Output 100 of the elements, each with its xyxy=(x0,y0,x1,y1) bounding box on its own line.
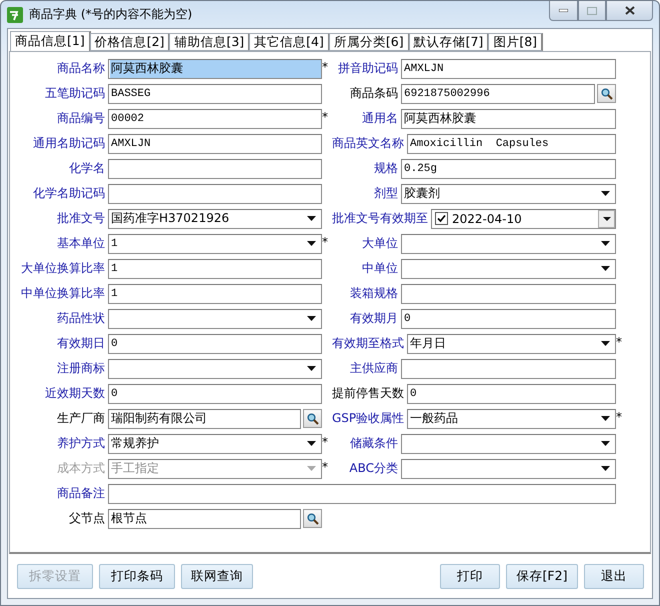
dropdown-field[interactable] xyxy=(401,234,616,254)
input-field[interactable]: 1 xyxy=(108,258,322,278)
dropdown-field[interactable] xyxy=(401,458,616,478)
field-label: 主供应商 xyxy=(349,360,399,377)
field-label: 储藏条件 xyxy=(349,435,399,452)
dropdown-arrow-icon[interactable] xyxy=(601,191,610,196)
maximize-button[interactable] xyxy=(578,1,606,21)
field-value: 0 xyxy=(403,312,412,324)
dropdown-arrow-icon[interactable] xyxy=(307,441,316,446)
input-field[interactable]: 阿莫西林胶囊 xyxy=(401,108,616,128)
minimize-icon xyxy=(559,9,568,12)
field-label: 养护方式 xyxy=(56,435,106,452)
dropdown-arrow-icon[interactable] xyxy=(601,241,610,246)
dropdown-arrow-icon[interactable] xyxy=(601,266,610,271)
dropdown-arrow-icon[interactable] xyxy=(307,216,316,221)
input-field[interactable]: 瑞阳制药有限公司 xyxy=(108,408,301,428)
dropdown-arrow-icon[interactable] xyxy=(307,366,316,371)
input-field[interactable] xyxy=(108,484,616,504)
dropdown-field[interactable]: 胶囊剂 xyxy=(401,184,616,204)
calendar-dropdown-button[interactable] xyxy=(598,210,615,228)
field-value: 常规养护 xyxy=(110,435,160,452)
tab[interactable]: 辅助信息[3] xyxy=(169,33,250,51)
dialog-button[interactable]: 退出 xyxy=(584,564,644,588)
search-button[interactable] xyxy=(303,409,322,428)
search-icon xyxy=(306,512,318,524)
search-button[interactable] xyxy=(303,509,322,528)
input-field[interactable]: 0 xyxy=(401,308,616,328)
dialog-button[interactable]: 打印 xyxy=(440,564,500,588)
input-field[interactable]: Amoxicillin Capsules xyxy=(407,134,616,154)
dropdown-field[interactable] xyxy=(108,308,322,328)
field-value: 0 xyxy=(110,388,119,400)
field-label: 成本方式 xyxy=(56,460,106,477)
field-value: 1 xyxy=(110,262,119,274)
tab[interactable]: 其它信息[4] xyxy=(249,33,330,51)
input-field[interactable] xyxy=(401,284,616,304)
date-field[interactable]: 2022-04-10 xyxy=(431,208,616,228)
dropdown-arrow-icon[interactable] xyxy=(601,466,610,471)
checkbox[interactable] xyxy=(435,212,448,225)
input-field[interactable]: 0 xyxy=(108,384,322,404)
input-field[interactable]: AMXLJN xyxy=(108,134,322,154)
field-label: 药品性状 xyxy=(56,310,106,327)
field-label: 近效期天数 xyxy=(44,385,106,402)
dropdown-arrow-icon[interactable] xyxy=(307,316,316,321)
dropdown-field[interactable]: 国药准字H37021926 xyxy=(108,208,322,228)
field-value: 手工指定 xyxy=(110,460,160,477)
field-value: 一般药品 xyxy=(409,410,460,427)
minimize-button[interactable] xyxy=(549,1,578,21)
field-value: 年月日 xyxy=(409,335,447,352)
search-button[interactable] xyxy=(597,84,616,103)
tab[interactable]: 默认存储[7] xyxy=(408,33,490,51)
dropdown-field[interactable] xyxy=(401,434,616,454)
dropdown-field[interactable] xyxy=(108,358,322,378)
input-field[interactable] xyxy=(108,158,322,178)
dropdown-arrow-icon[interactable] xyxy=(601,441,610,446)
input-field[interactable] xyxy=(401,358,616,378)
field-value: 瑞阳制药有限公司 xyxy=(110,410,208,427)
input-field[interactable]: 0.25g xyxy=(401,158,616,178)
input-field[interactable] xyxy=(108,184,322,204)
input-field[interactable]: 0 xyxy=(407,384,616,404)
dropdown-field[interactable]: 1 xyxy=(108,234,322,254)
tab[interactable]: 商品信息[1] xyxy=(10,31,91,51)
dropdown-arrow-icon[interactable] xyxy=(601,341,610,346)
field-label: 中单位换算比率 xyxy=(20,285,106,302)
field-value: 0 xyxy=(110,338,119,350)
tab[interactable]: 图片[8] xyxy=(488,33,544,51)
required-mark: * xyxy=(322,110,329,124)
checkmark-icon xyxy=(437,214,446,223)
field-label: 批准文号 xyxy=(56,210,106,227)
input-field[interactable]: 00002 xyxy=(108,108,322,128)
field-value: BASSEG xyxy=(110,88,152,100)
dropdown-field[interactable]: 一般药品 xyxy=(407,408,616,428)
field-label: 化学名 xyxy=(68,160,106,177)
field-label: GSP验收属性 xyxy=(332,410,406,427)
tab[interactable]: 价格信息[2] xyxy=(90,33,170,51)
field-label: 中单位 xyxy=(361,260,399,277)
toolbar-button[interactable]: 打印条码 xyxy=(99,564,175,588)
input-field[interactable]: 根节点 xyxy=(108,508,301,528)
field-label: 规格 xyxy=(373,160,399,177)
dropdown-field[interactable]: 常规养护 xyxy=(108,434,322,454)
field-label: 有效期日 xyxy=(56,335,106,352)
input-field[interactable]: 0 xyxy=(108,334,322,354)
toolbar-button[interactable]: 联网查询 xyxy=(181,564,253,588)
field-label: 商品条码 xyxy=(349,85,399,102)
required-mark: * xyxy=(616,334,623,348)
dropdown-arrow-icon[interactable] xyxy=(307,241,316,246)
input-field[interactable]: 6921875002996 xyxy=(401,84,595,104)
dropdown-field[interactable] xyxy=(401,258,616,278)
dropdown-arrow-icon[interactable] xyxy=(601,416,610,421)
input-field[interactable]: AMXLJN xyxy=(401,58,616,78)
dropdown-field[interactable]: 年月日 xyxy=(407,334,616,354)
tab[interactable]: 所属分类[6] xyxy=(328,33,410,51)
field-label: 大单位 xyxy=(361,235,399,252)
field-label: 有效期月 xyxy=(349,310,399,327)
search-icon xyxy=(600,88,612,100)
dialog-button[interactable]: 保存[F2] xyxy=(506,564,578,588)
input-field[interactable]: 1 xyxy=(108,284,322,304)
close-button[interactable] xyxy=(606,1,653,21)
input-field[interactable]: BASSEG xyxy=(108,84,322,104)
field-label: 商品备注 xyxy=(56,485,106,502)
field-value: 0 xyxy=(409,388,418,400)
